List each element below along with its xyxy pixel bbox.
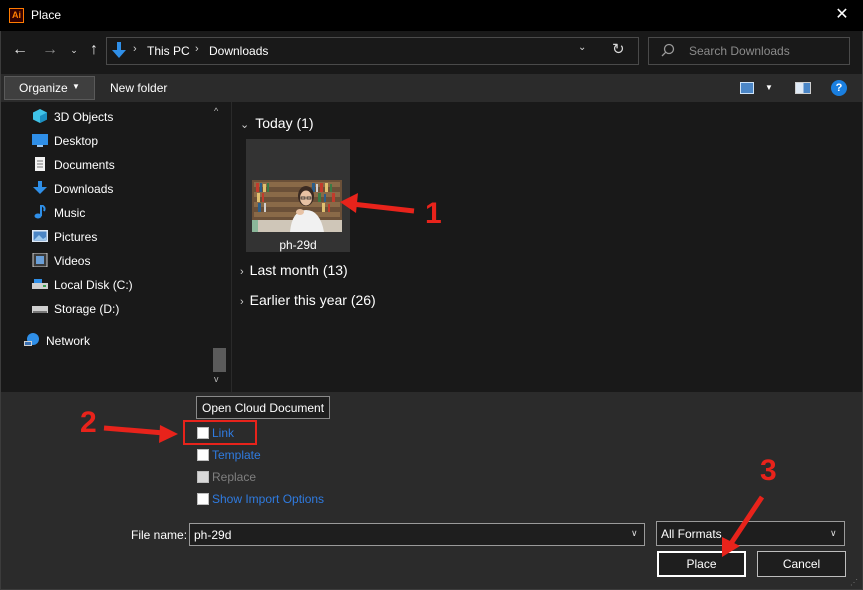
group-header-last-month[interactable]: › Last month (13) — [240, 262, 348, 278]
sidebar-item-downloads[interactable]: Downloads — [32, 177, 212, 199]
chevron-down-icon[interactable]: ∨ — [631, 528, 638, 539]
group-header-earlier-this-year[interactable]: › Earlier this year (26) — [240, 292, 376, 308]
sidebar-item-videos[interactable]: Videos — [32, 249, 212, 271]
recent-locations-chevron-icon[interactable]: ⌄ — [64, 40, 84, 60]
show-import-options-label[interactable]: Show Import Options — [212, 492, 324, 506]
forward-arrow-icon[interactable]: → — [40, 40, 60, 60]
group-label: Last month (13) — [249, 262, 348, 278]
sidebar-item-label: Videos — [54, 254, 91, 268]
file-name-label: ph-29d — [279, 238, 317, 252]
replace-checkbox-label: Replace — [212, 470, 257, 484]
window-title: Place — [31, 8, 62, 22]
annotation-number-3: 3 — [760, 454, 777, 487]
view-options-caret-icon[interactable]: ▼ — [765, 83, 773, 92]
scrollbar-thumb[interactable] — [213, 348, 226, 372]
up-arrow-icon[interactable]: ↑ — [84, 40, 104, 60]
breadcrumb-downloads[interactable]: Downloads — [209, 44, 268, 58]
network-icon — [24, 333, 39, 346]
3d-objects-icon — [33, 109, 47, 123]
new-folder-button[interactable]: New folder — [110, 81, 167, 95]
chevron-down-icon[interactable]: ∨ — [830, 528, 837, 539]
videos-icon — [32, 253, 48, 267]
file-name-value[interactable]: ph-29d — [194, 528, 231, 542]
annotation-highlight-box — [183, 420, 257, 445]
sidebar-item-label: 3D Objects — [54, 110, 114, 124]
change-view-icon[interactable] — [740, 82, 754, 94]
sidebar-item-storage[interactable]: Storage (D:) — [32, 297, 212, 319]
back-arrow-icon[interactable]: ← — [10, 40, 30, 60]
chevron-down-icon: ⌄ — [240, 119, 250, 131]
chevron-right-icon: › — [240, 266, 244, 278]
annotation-number-1: 1 — [425, 197, 442, 230]
sidebar-item-label: Network — [46, 334, 91, 348]
sidebar-item-label: Downloads — [54, 182, 114, 196]
refresh-icon[interactable]: ↻ — [612, 40, 625, 58]
sidebar-item-label: Local Disk (C:) — [54, 278, 133, 292]
preview-pane-icon[interactable] — [795, 82, 811, 94]
search-icon — [661, 43, 675, 57]
illustrator-app-icon: Ai — [9, 8, 24, 23]
sidebar-item-desktop[interactable]: Desktop — [32, 129, 212, 151]
sidebar-item-label: Storage (D:) — [54, 302, 120, 316]
sidebar-item-label: Pictures — [54, 230, 98, 244]
chevron-right-icon: › — [240, 296, 244, 308]
organize-label: Organize — [19, 81, 68, 95]
desktop-icon — [32, 134, 48, 147]
close-icon[interactable]: ✕ — [830, 4, 854, 26]
sidebar-item-3d-objects[interactable]: 3D Objects — [32, 105, 212, 127]
sidebar-item-label: Music — [54, 206, 86, 220]
search-input[interactable]: Search Downloads — [689, 44, 790, 58]
sidebar-item-network[interactable]: Network — [24, 329, 204, 351]
replace-checkbox — [197, 471, 209, 483]
group-label: Earlier this year (26) — [249, 292, 376, 308]
group-label: Today (1) — [255, 115, 314, 131]
file-name-field[interactable] — [189, 523, 645, 546]
breadcrumb-separator-icon: › — [195, 43, 199, 55]
annotation-number-2: 2 — [80, 406, 97, 439]
resize-grip-icon[interactable]: ⋰ — [850, 578, 858, 587]
sidebar-item-local-disk[interactable]: Local Disk (C:) — [32, 273, 212, 295]
template-checkbox-label[interactable]: Template — [212, 448, 261, 462]
storage-drive-icon — [32, 306, 48, 313]
sidebar-item-documents[interactable]: Documents — [32, 153, 212, 175]
scroll-up-chevron-icon[interactable]: ^ — [214, 106, 218, 116]
scroll-down-chevron-icon[interactable]: v — [214, 374, 219, 384]
tooltip-text: Open Cloud Document — [202, 401, 325, 415]
caret-down-icon: ▼ — [72, 82, 80, 91]
local-disk-icon — [32, 279, 48, 289]
sidebar-item-label: Desktop — [54, 134, 99, 148]
show-import-options-checkbox[interactable] — [197, 493, 209, 505]
template-checkbox[interactable] — [197, 449, 209, 461]
sidebar-item-pictures[interactable]: Pictures — [32, 225, 212, 247]
downloads-icon — [33, 181, 47, 194]
file-name-field-label: File name: — [131, 528, 188, 542]
sidebar-item-label: Documents — [54, 158, 115, 172]
breadcrumb-separator-icon: › — [133, 43, 137, 55]
documents-icon — [35, 157, 45, 171]
group-header-today[interactable]: ⌄ Today (1) — [240, 115, 314, 131]
place-button[interactable]: Place — [657, 551, 746, 577]
downloads-folder-icon — [112, 42, 126, 58]
music-icon — [34, 205, 46, 219]
file-format-value: All Formats — [661, 527, 722, 541]
help-icon[interactable]: ? — [831, 80, 847, 96]
cancel-button[interactable]: Cancel — [757, 551, 846, 577]
sidebar-item-music[interactable]: Music — [32, 201, 212, 223]
file-thumbnail — [252, 180, 342, 232]
breadcrumb-this-pc[interactable]: This PC — [147, 44, 190, 58]
address-dropdown-chevron-icon[interactable]: ⌄ — [578, 42, 586, 53]
pictures-icon — [32, 230, 48, 242]
title-bar — [0, 0, 863, 31]
